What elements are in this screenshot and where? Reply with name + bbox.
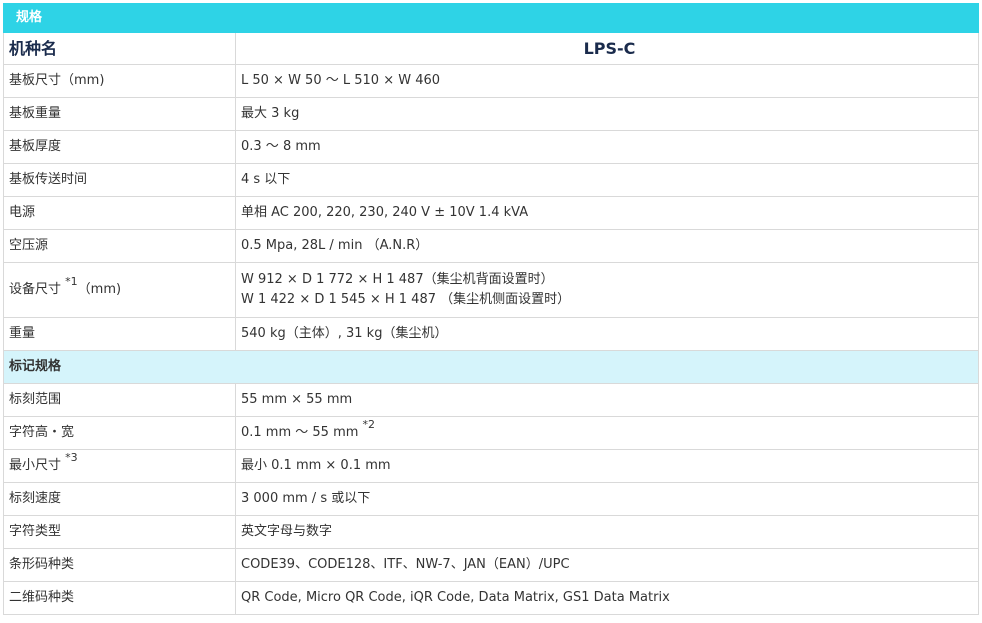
row-value: 4 s 以下 — [234, 163, 980, 197]
spec-section-header-row: 规格 — [2, 3, 980, 33]
footnote-marker-3: *3 — [65, 450, 78, 464]
row-label: 基板厚度 — [3, 130, 236, 164]
model-row: 机种名 LPS-C — [3, 32, 980, 65]
row-label: 字符高・宽 — [3, 416, 236, 450]
table-row: 电源 单相 AC 200, 220, 230, 240 V ± 10V 1.4 … — [3, 196, 980, 230]
row-label: 空压源 — [3, 229, 236, 263]
row-label: 标刻速度 — [3, 482, 236, 516]
footnote-marker-2: *2 — [362, 417, 376, 431]
row-label-min-size: 最小尺寸 *3 — [3, 449, 236, 483]
min-size-label: 最小尺寸 — [9, 458, 62, 473]
table-row: 基板传送时间 4 s 以下 — [3, 163, 980, 197]
table-row: 基板厚度 0.3 ～ 8 mm — [3, 130, 980, 164]
row-value: 540 kg（主体）, 31 kg（集尘机） — [234, 317, 980, 351]
row-value: 最小 0.1 mm × 0.1 mm — [234, 449, 980, 483]
row-label: 字符类型 — [3, 515, 236, 549]
equipment-size-unit: （mm) — [77, 282, 122, 297]
row-value: 3 000 mm / s 或以下 — [234, 482, 980, 516]
row-value: QR Code, Micro QR Code, iQR Code, Data M… — [234, 581, 980, 615]
row-label: 条形码种类 — [3, 548, 236, 582]
table-row: 条形码种类 CODE39、CODE128、ITF、NW-7、JAN（EAN）/U… — [3, 548, 980, 582]
row-value: CODE39、CODE128、ITF、NW-7、JAN（EAN）/UPC — [234, 548, 980, 582]
row-label-equipment-size: 设备尺寸 *1（mm) — [3, 262, 236, 318]
row-label: 二维码种类 — [3, 581, 236, 615]
table-row-equipment-size: 设备尺寸 *1（mm) W 912 × D 1 772 × H 1 487（集尘… — [3, 262, 980, 318]
row-label: 基板重量 — [3, 97, 236, 131]
row-value-char-size: 0.1 mm ～ 55 mm *2 — [234, 416, 980, 450]
char-size-value: 0.1 mm ～ 55 mm — [241, 425, 359, 440]
table-row: 空压源 0.5 Mpa, 28L / min （A.N.R） — [3, 229, 980, 263]
table-row: 基板重量 最大 3 kg — [3, 97, 980, 131]
row-label: 基板尺寸（mm) — [3, 64, 236, 98]
row-value: 0.5 Mpa, 28L / min （A.N.R） — [234, 229, 980, 263]
table-row: 标刻速度 3 000 mm / s 或以下 — [3, 482, 980, 516]
row-value: 55 mm × 55 mm — [234, 383, 980, 417]
table-row: 字符类型 英文字母与数字 — [3, 515, 980, 549]
marking-section-header-row: 标记规格 — [2, 350, 980, 384]
table-row: 标刻范围 55 mm × 55 mm — [3, 383, 980, 417]
row-label: 重量 — [3, 317, 236, 351]
row-label: 标刻范围 — [3, 383, 236, 417]
table-row-char-size: 字符高・宽 0.1 mm ～ 55 mm *2 — [3, 416, 980, 450]
row-value: L 50 × W 50 ～ L 510 × W 460 — [234, 64, 980, 98]
row-value-equipment-size: W 912 × D 1 772 × H 1 487（集尘机背面设置时） W 1 … — [234, 262, 980, 318]
table-row: 二维码种类 QR Code, Micro QR Code, iQR Code, … — [3, 581, 980, 615]
row-label: 基板传送时间 — [3, 163, 236, 197]
row-value: 单相 AC 200, 220, 230, 240 V ± 10V 1.4 kVA — [234, 196, 980, 230]
marking-section-title: 标记规格 — [2, 350, 980, 384]
spec-section-title: 规格 — [2, 3, 980, 33]
table-row: 重量 540 kg（主体）, 31 kg（集尘机） — [3, 317, 980, 351]
equipment-size-line-1: W 912 × D 1 772 × H 1 487（集尘机背面设置时） — [241, 272, 554, 287]
spec-table-container: 规格 机种名 LPS-C 基板尺寸（mm) L 50 × W 50 ～ L 51… — [2, 3, 980, 615]
equipment-size-label: 设备尺寸 — [9, 282, 62, 297]
row-value: 英文字母与数字 — [234, 515, 980, 549]
row-value: 0.3 ～ 8 mm — [234, 130, 980, 164]
equipment-size-line-2: W 1 422 × D 1 545 × H 1 487 （集尘机侧面设置时） — [241, 292, 571, 307]
spec-table: 规格 机种名 LPS-C 基板尺寸（mm) L 50 × W 50 ～ L 51… — [2, 3, 980, 615]
footnote-marker-1: *1 — [65, 274, 78, 288]
row-value: 最大 3 kg — [234, 97, 980, 131]
table-row: 基板尺寸（mm) L 50 × W 50 ～ L 510 × W 460 — [3, 64, 980, 98]
model-label: 机种名 — [3, 32, 236, 65]
table-row-min-size: 最小尺寸 *3 最小 0.1 mm × 0.1 mm — [3, 449, 980, 483]
row-label: 电源 — [3, 196, 236, 230]
model-value: LPS-C — [234, 32, 980, 65]
